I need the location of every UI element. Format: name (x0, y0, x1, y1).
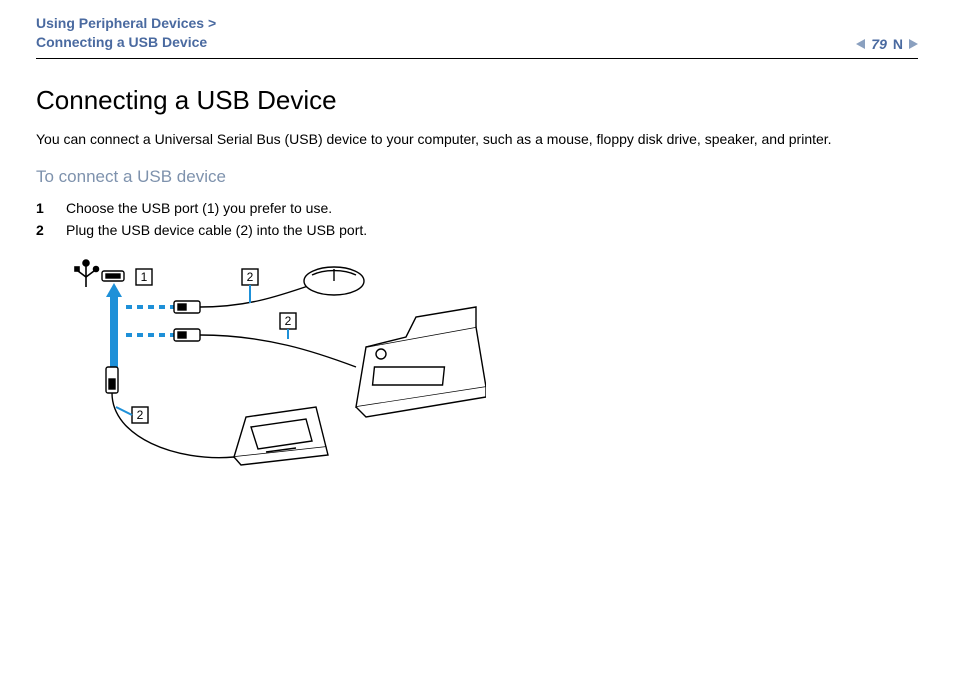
page-number: 79 (871, 36, 887, 52)
svg-text:2: 2 (137, 408, 144, 422)
svg-text:1: 1 (141, 270, 148, 284)
list-item: 1 Choose the USB port (1) you prefer to … (36, 197, 918, 219)
intro-paragraph: You can connect a Universal Serial Bus (… (36, 130, 918, 149)
usb-port-icon (102, 271, 124, 281)
step-text: Choose the USB port (1) you prefer to us… (66, 200, 332, 216)
pager: 79 N (856, 36, 918, 52)
steps-list: 1 Choose the USB port (1) you prefer to … (36, 197, 918, 241)
subheading: To connect a USB device (36, 167, 918, 187)
svg-text:2: 2 (285, 314, 292, 328)
letter-n: N (893, 36, 903, 52)
callout-cable-b: 2 (280, 313, 296, 339)
step-number: 1 (36, 200, 48, 216)
usb-icon (75, 260, 99, 287)
page-content: Connecting a USB Device You can connect … (36, 59, 918, 492)
list-item: 2 Plug the USB device cable (2) into the… (36, 219, 918, 241)
printer-device-icon (356, 307, 486, 417)
breadcrumb: Using Peripheral Devices > Connecting a … (36, 14, 216, 52)
floppy-drive-icon (234, 407, 328, 465)
breadcrumb-separator: > (204, 15, 216, 31)
cable-printer (126, 329, 356, 367)
callout-cable-a: 2 (242, 269, 258, 303)
usb-connection-figure: 1 (66, 257, 486, 487)
page-header: Using Peripheral Devices > Connecting a … (36, 0, 918, 59)
next-page-icon[interactable] (909, 39, 918, 49)
mouse-device-icon (304, 267, 364, 295)
page-title: Connecting a USB Device (36, 85, 918, 116)
step-text: Plug the USB device cable (2) into the U… (66, 222, 367, 238)
breadcrumb-page: Connecting a USB Device (36, 34, 207, 50)
svg-text:2: 2 (247, 270, 254, 284)
breadcrumb-section: Using Peripheral Devices (36, 15, 204, 31)
previous-page-icon[interactable] (856, 39, 865, 49)
callout-port: 1 (136, 269, 152, 285)
step-number: 2 (36, 222, 48, 238)
arrow-into-port-icon (106, 283, 122, 367)
cable-mouse (126, 285, 311, 313)
